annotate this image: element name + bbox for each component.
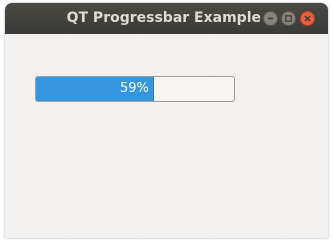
progress-bar: 59%: [35, 76, 235, 102]
app-window: QT Progressbar Example 59%: [5, 3, 328, 238]
close-icon: [304, 15, 311, 22]
window-content: 59%: [5, 34, 328, 238]
minimize-icon: [268, 17, 273, 20]
window-title: QT Progressbar Example: [66, 10, 261, 26]
title-bar[interactable]: QT Progressbar Example: [5, 3, 328, 34]
progress-percent-label: 59%: [120, 81, 149, 96]
maximize-icon: [285, 15, 292, 22]
close-button[interactable]: [300, 11, 315, 26]
minimize-button[interactable]: [263, 11, 278, 26]
maximize-button[interactable]: [281, 11, 296, 26]
